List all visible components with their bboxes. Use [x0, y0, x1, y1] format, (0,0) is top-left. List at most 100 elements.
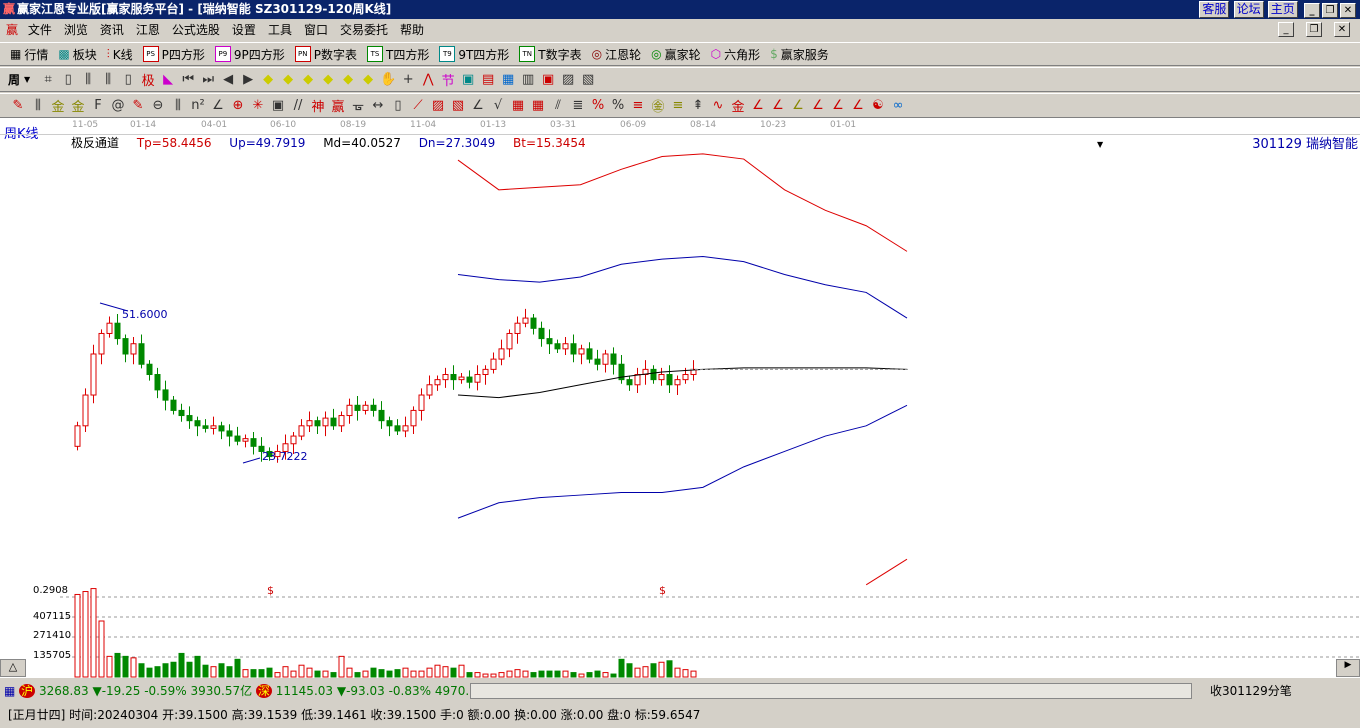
- sector-button[interactable]: ▩ 板块: [58, 46, 96, 63]
- candle-icon[interactable]: ▯: [118, 72, 138, 87]
- line-icon[interactable]: ⋀: [418, 72, 438, 87]
- comb-icon[interactable]: ᚗ: [348, 98, 368, 113]
- service-button[interactable]: 客服: [1199, 1, 1230, 18]
- hand-icon[interactable]: ✋: [378, 72, 398, 87]
- pen-icon[interactable]: ✎: [8, 98, 28, 113]
- f-angle-icon[interactable]: ∠: [768, 98, 788, 113]
- right-icon[interactable]: ▶: [238, 72, 258, 87]
- extreme-icon[interactable]: 极: [138, 70, 158, 89]
- box-icon[interactable]: ▯: [388, 98, 408, 113]
- spiral-icon[interactable]: @: [108, 98, 128, 113]
- 9p-square-button[interactable]: P9 9P四方形: [214, 46, 285, 63]
- gold-angle-icon[interactable]: ∠: [788, 98, 808, 113]
- t-number-table-button[interactable]: TN T数字表: [519, 46, 582, 63]
- gold-icon[interactable]: 金: [48, 96, 68, 115]
- angle-icon[interactable]: ∠: [208, 98, 228, 113]
- calendar-icon[interactable]: ▤: [478, 72, 498, 87]
- horizontal-scrollbar[interactable]: [470, 683, 1192, 699]
- kline-chart[interactable]: [0, 118, 1360, 678]
- percent-icon[interactable]: %: [608, 98, 628, 113]
- fan-icon[interactable]: ✎: [128, 98, 148, 113]
- yinyang-icon[interactable]: ☯: [868, 98, 888, 113]
- menu-info[interactable]: 资讯: [100, 23, 124, 37]
- n2-icon[interactable]: n²: [188, 98, 208, 113]
- f-icon[interactable]: F: [88, 98, 108, 113]
- box-fan-icon[interactable]: ▨: [428, 98, 448, 113]
- menu-tools[interactable]: 工具: [268, 23, 292, 37]
- scroll-right-button[interactable]: ▶: [1336, 659, 1360, 677]
- bars-icon[interactable]: ⫼: [78, 72, 98, 87]
- percent-fan-icon[interactable]: %: [588, 98, 608, 113]
- period-select[interactable]: 周: [8, 71, 20, 88]
- flag-icon[interactable]: ◣: [158, 72, 178, 87]
- menu-formula[interactable]: 公式选股: [172, 23, 220, 37]
- grid-icon[interactable]: ▦: [508, 98, 528, 113]
- gold-icon[interactable]: 金: [728, 96, 748, 115]
- wave-icon[interactable]: ∿: [708, 98, 728, 113]
- square-icon[interactable]: ▣: [268, 98, 288, 113]
- four-angle-icon[interactable]: ∠: [848, 98, 868, 113]
- move-left-icon[interactable]: ◆: [258, 72, 278, 87]
- close-button[interactable]: ✕: [1340, 3, 1356, 18]
- gann-wheel-button[interactable]: ◎ 江恩轮: [592, 46, 642, 63]
- menu-file[interactable]: 文件: [28, 23, 52, 37]
- lines-icon[interactable]: ⫼: [28, 98, 48, 113]
- circle-icon[interactable]: ⊖: [148, 98, 168, 113]
- print-icon[interactable]: ▧: [578, 72, 598, 87]
- p-number-table-button[interactable]: PN P数字表: [294, 46, 357, 63]
- move-right-icon[interactable]: ◆: [278, 72, 298, 87]
- gold-lines-icon[interactable]: ≡: [668, 98, 688, 113]
- table-icon[interactable]: ▦: [4, 684, 15, 698]
- left-icon[interactable]: ◀: [218, 72, 238, 87]
- bars-icon[interactable]: ⫼: [98, 72, 118, 87]
- star-icon[interactable]: ✳: [248, 98, 268, 113]
- lines-icon[interactable]: ⫼: [168, 98, 188, 113]
- angle-icon[interactable]: ∠: [468, 98, 488, 113]
- parallel-icon[interactable]: ⫽: [548, 98, 568, 113]
- home-button[interactable]: 主页: [1267, 1, 1298, 18]
- god-icon[interactable]: 神: [308, 96, 328, 115]
- menu-trade[interactable]: 交易委托: [340, 23, 388, 37]
- t-square-button[interactable]: TS T四方形: [366, 46, 429, 63]
- expand-panel-button[interactable]: △: [0, 659, 26, 677]
- tick-detail-label[interactable]: 收301129分笔: [1210, 680, 1292, 702]
- target-icon[interactable]: ⊕: [228, 98, 248, 113]
- percent-lines-icon[interactable]: ≡: [628, 98, 648, 113]
- zoom-out-icon[interactable]: ◆: [358, 72, 378, 87]
- kline-button[interactable]: ⫶ K线: [107, 46, 133, 63]
- arrow-icon[interactable]: ⇞: [688, 98, 708, 113]
- j-angle-icon[interactable]: ∠: [748, 98, 768, 113]
- box-fan-icon[interactable]: ▧: [448, 98, 468, 113]
- expand-icon[interactable]: ◆: [298, 72, 318, 87]
- child-minimize-button[interactable]: _: [1278, 22, 1294, 37]
- v-icon[interactable]: √: [488, 98, 508, 113]
- menu-settings[interactable]: 设置: [232, 23, 256, 37]
- chart-area[interactable]: 周K线 11-05 01-14 04-01 06-10 08-19 11-04 01-13 0…: [0, 118, 1360, 678]
- slash-icon[interactable]: //: [288, 98, 308, 113]
- calc-icon[interactable]: ▣: [458, 72, 478, 87]
- dropdown-arrow-icon[interactable]: ▼: [1097, 140, 1103, 149]
- menu-gann[interactable]: 江恩: [136, 23, 160, 37]
- menu-help[interactable]: 帮助: [400, 23, 424, 37]
- restore-button[interactable]: ❐: [1322, 3, 1338, 18]
- menu-browse[interactable]: 浏览: [64, 23, 88, 37]
- network-icon[interactable]: ▨: [558, 72, 578, 87]
- child-restore-button[interactable]: ❐: [1306, 22, 1322, 37]
- menu-window[interactable]: 窗口: [304, 23, 328, 37]
- minimize-button[interactable]: _: [1304, 3, 1320, 18]
- quotes-button[interactable]: ▦ 行情: [10, 46, 48, 63]
- chevron-down-icon[interactable]: ▼: [24, 75, 30, 84]
- god-angle-icon[interactable]: ∠: [808, 98, 828, 113]
- first-icon[interactable]: ⏮: [178, 72, 198, 87]
- winner-service-button[interactable]: $ 赢家服务: [770, 46, 829, 63]
- win-angle-icon[interactable]: ∠: [828, 98, 848, 113]
- hexagon-button[interactable]: ⬡ 六角形: [711, 46, 761, 63]
- zoom-in-icon[interactable]: ◆: [338, 72, 358, 87]
- grid-icon[interactable]: ▦: [528, 98, 548, 113]
- last-icon[interactable]: ⏭: [198, 72, 218, 87]
- shrink-icon[interactable]: ◆: [318, 72, 338, 87]
- report-icon[interactable]: ▥: [518, 72, 538, 87]
- 9t-square-button[interactable]: T9 9T四方形: [439, 46, 509, 63]
- ruler-icon[interactable]: ≣: [568, 98, 588, 113]
- win-icon[interactable]: 赢: [328, 96, 348, 115]
